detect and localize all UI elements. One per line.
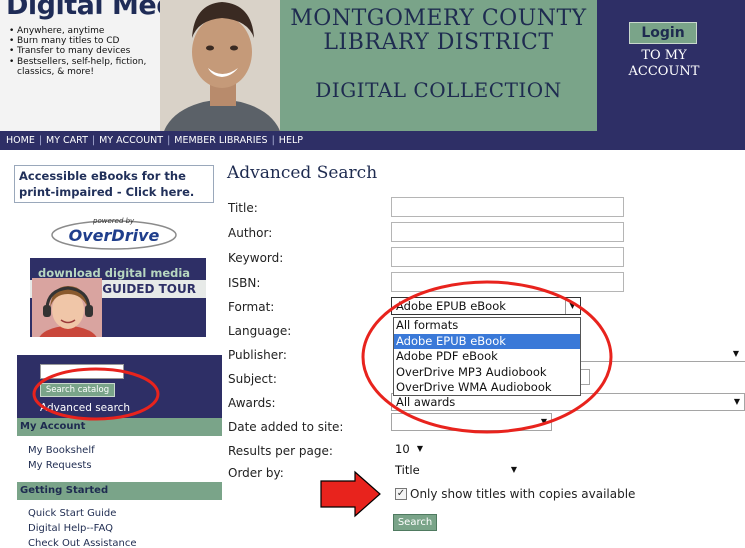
date-added-select[interactable]: ▼ — [391, 413, 552, 431]
isbn-input[interactable] — [391, 272, 624, 292]
title-label: Title: — [228, 201, 258, 215]
order-by-label: Order by: — [228, 466, 284, 480]
overdrive-name: OverDrive — [69, 226, 160, 245]
sidebar: Accessible eBooks for the print-impaired… — [0, 150, 222, 548]
accessible-link-line2: print-impaired - Click here. — [19, 185, 195, 199]
nav-separator: | — [91, 135, 96, 146]
format-option-wma[interactable]: OverDrive WMA Audiobook — [394, 380, 580, 396]
sidebar-search-panel: Search catalog Advanced search — [17, 355, 222, 418]
overdrive-powered-by: powered by — [92, 217, 135, 225]
site-header: Digital Media Anywhere, anytime Burn man… — [0, 0, 745, 131]
format-option-all[interactable]: All formats — [394, 318, 580, 334]
tour-person-photo — [32, 278, 102, 337]
publisher-select[interactable]: ▼ — [581, 346, 745, 362]
chevron-down-icon[interactable]: ▼ — [507, 462, 521, 479]
accessible-link-line1: Accessible eBooks for the — [19, 169, 186, 183]
keyword-input[interactable] — [391, 247, 624, 267]
chevron-down-icon[interactable]: ▼ — [537, 414, 551, 430]
getting-started-header: Getting Started — [17, 482, 222, 500]
nav-member-libraries[interactable]: MEMBER LIBRARIES — [174, 135, 267, 146]
language-label: Language: — [228, 324, 292, 338]
accessible-ebooks-link[interactable]: Accessible eBooks for the print-impaired… — [14, 165, 214, 203]
copies-available-label[interactable]: Only show titles with copies available — [410, 487, 635, 501]
format-option-mp3[interactable]: OverDrive MP3 Audiobook — [394, 365, 580, 381]
promo-feature: Anywhere, anytime — [9, 26, 169, 36]
my-bookshelf-link[interactable]: My Bookshelf — [28, 445, 95, 456]
format-label: Format: — [228, 300, 275, 314]
promo-person-photo — [160, 0, 280, 131]
search-button[interactable]: Search — [393, 514, 437, 531]
chevron-down-icon[interactable]: ▼ — [413, 441, 427, 459]
main-nav-bar: HOME | MY CART | MY ACCOUNT | MEMBER LIBRARIES… — [0, 131, 745, 150]
nav-help[interactable]: HELP — [279, 135, 303, 146]
chevron-down-icon[interactable]: ▼ — [565, 298, 579, 314]
chevron-down-icon[interactable]: ▼ — [729, 346, 743, 361]
isbn-label: ISBN: — [228, 276, 261, 290]
login-panel: Login TO MY ACCOUNT — [597, 0, 745, 131]
promo-feature: Bestsellers, self-help, fiction, classic… — [9, 57, 169, 77]
publisher-label: Publisher: — [228, 348, 287, 362]
format-option-pdf[interactable]: Adobe PDF eBook — [394, 349, 580, 365]
promo-feature: Burn many titles to CD — [9, 36, 169, 46]
overdrive-logo[interactable]: powered by OverDrive — [49, 211, 179, 251]
quick-start-guide-link[interactable]: Quick Start Guide — [28, 508, 116, 519]
guided-tour-banner[interactable]: download digital media GUIDED TOUR — [30, 258, 206, 337]
nav-my-account[interactable]: MY ACCOUNT — [99, 135, 163, 146]
nav-separator: | — [167, 135, 171, 146]
nav-separator: | — [271, 135, 275, 146]
results-per-page-select[interactable]: 10 ▼ — [391, 441, 429, 459]
my-account-header: My Account — [17, 418, 222, 436]
keyword-label: Keyword: — [228, 251, 284, 265]
search-catalog-button[interactable]: Search catalog — [40, 383, 115, 397]
promo-feature-list: Anywhere, anytime Burn many titles to CD… — [9, 26, 169, 77]
format-selected-value: Adobe EPUB eBook — [396, 299, 506, 313]
subject-select[interactable] — [581, 369, 590, 385]
check-out-assistance-link[interactable]: Check Out Assistance — [28, 538, 137, 548]
nav-separator: | — [38, 135, 43, 146]
awards-selected-value: All awards — [396, 395, 456, 409]
collection-name: DIGITAL COLLECTION — [315, 78, 562, 102]
title-input[interactable] — [391, 197, 624, 217]
digital-help-faq-link[interactable]: Digital Help--FAQ — [28, 523, 113, 534]
chevron-down-icon[interactable]: ▼ — [730, 394, 744, 410]
advanced-search-link[interactable]: Advanced search — [40, 402, 130, 414]
results-per-page-label: Results per page: — [228, 444, 333, 458]
nav-my-cart[interactable]: MY CART — [46, 135, 88, 146]
awards-label: Awards: — [228, 396, 276, 410]
author-input[interactable] — [391, 222, 624, 242]
checkmark-icon: ✓ — [396, 488, 406, 499]
nav-home[interactable]: HOME — [6, 135, 35, 146]
red-arrow-icon — [320, 470, 381, 518]
my-requests-link[interactable]: My Requests — [28, 460, 92, 471]
library-banner[interactable]: MONTGOMERY COUNTY LIBRARY DISTRICT DIGIT… — [280, 0, 597, 131]
page-title: Advanced Search — [227, 163, 378, 183]
login-caption-line2[interactable]: ACCOUNT — [597, 64, 745, 79]
date-added-label: Date added to site: — [228, 420, 344, 434]
digital-media-promo[interactable]: Digital Media Anywhere, anytime Burn man… — [0, 0, 280, 131]
promo-feature: Transfer to many devices — [9, 46, 169, 56]
format-select[interactable]: Adobe EPUB eBook ▼ — [391, 297, 581, 315]
format-dropdown-list[interactable]: All formats Adobe EPUB eBook Adobe PDF e… — [393, 317, 581, 396]
order-by-select[interactable]: Title ▼ — [391, 462, 524, 479]
subject-label: Subject: — [228, 372, 277, 386]
library-name-line1: MONTGOMERY COUNTY — [290, 6, 587, 31]
author-label: Author: — [228, 226, 273, 240]
login-button[interactable]: Login — [629, 22, 697, 44]
format-option-epub[interactable]: Adobe EPUB eBook — [394, 333, 580, 350]
copies-available-checkbox[interactable]: ✓ — [395, 488, 407, 500]
order-selected-value: Title — [395, 463, 420, 477]
sidebar-search-input[interactable] — [40, 364, 124, 379]
library-name-line2: LIBRARY DISTRICT — [323, 30, 554, 55]
login-caption-line1[interactable]: TO MY — [597, 48, 745, 63]
results-selected-value: 10 — [395, 442, 410, 456]
